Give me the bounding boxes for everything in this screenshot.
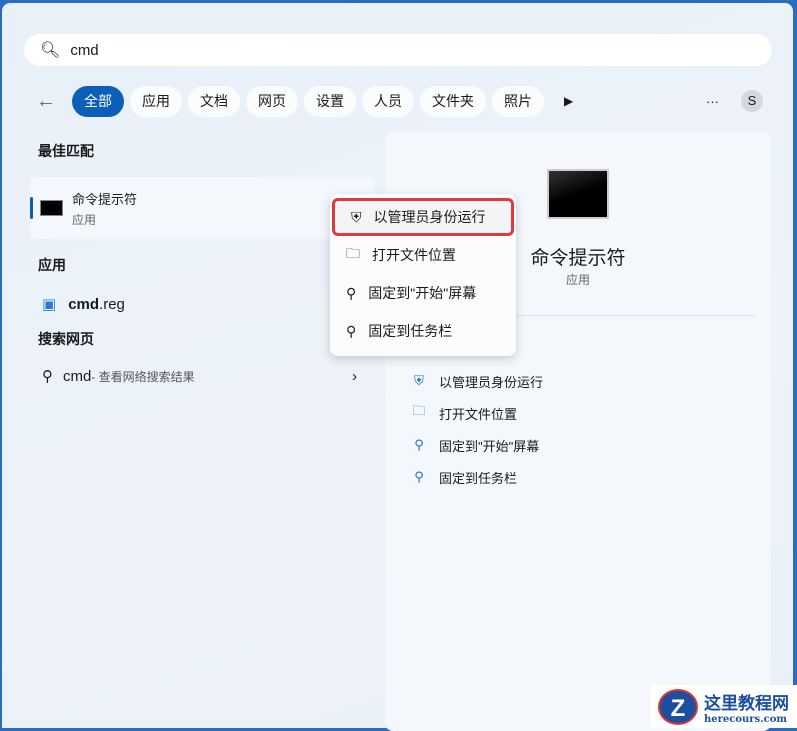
- folder-icon: 🗀: [412, 403, 426, 418]
- menu-label: 打开文件位置: [372, 247, 456, 263]
- apps-heading: 应用: [38, 257, 66, 273]
- filter-folders[interactable]: 文件夹: [420, 85, 486, 117]
- menu-pin-start[interactable]: ⚲ 固定到"开始"屏幕: [330, 274, 516, 312]
- app-item-cmd-reg[interactable]: ▣ cmd .reg: [30, 283, 375, 325]
- filter-bar: ← 全部 应用 文档 网页 设置 人员 文件夹 照片 ▶ ··· S: [36, 85, 763, 117]
- action-pin-start[interactable]: ⚲ 固定到"开始"屏幕: [411, 429, 543, 461]
- pin-icon: ⚲: [414, 469, 424, 484]
- action-run-as-admin[interactable]: ⛨ 以管理员身份运行: [411, 365, 543, 397]
- action-pin-taskbar[interactable]: ⚲ 固定到任务栏: [411, 461, 543, 493]
- chevron-right-icon[interactable]: ›: [352, 368, 357, 385]
- menu-label: 固定到任务栏: [368, 323, 453, 339]
- search-icon: ⚲: [42, 368, 53, 385]
- action-open-location[interactable]: 🗀 打开文件位置: [411, 397, 543, 429]
- filter-settings[interactable]: 设置: [304, 85, 356, 117]
- back-arrow-icon[interactable]: ←: [36, 90, 66, 113]
- menu-label: 固定到"开始"屏幕: [368, 285, 477, 301]
- menu-open-location[interactable]: 🗀 打开文件位置: [330, 236, 516, 274]
- app-name-rest: .reg: [99, 295, 125, 313]
- avatar[interactable]: S: [741, 90, 763, 112]
- shield-icon: ⛨: [351, 208, 362, 225]
- search-icon: 🔍︎: [40, 42, 61, 59]
- menu-run-as-admin[interactable]: ⛨ 以管理员身份运行: [332, 198, 514, 236]
- logo-icon: Z: [658, 688, 698, 725]
- search-box[interactable]: 🔍︎ cmd: [24, 34, 772, 66]
- filter-apps[interactable]: 应用: [130, 85, 182, 117]
- search-input[interactable]: cmd: [70, 42, 98, 59]
- best-match-name: 命令提示符: [72, 191, 138, 207]
- filter-web[interactable]: 网页: [246, 85, 298, 117]
- best-match-heading: 最佳匹配: [38, 143, 94, 159]
- cmd-large-icon: [547, 169, 609, 219]
- filter-people[interactable]: 人员: [362, 85, 414, 117]
- pin-icon: ⚲: [346, 284, 357, 301]
- watermark-url: herecours.com: [704, 713, 788, 725]
- web-query: cmd: [63, 367, 92, 385]
- cmd-icon: [40, 200, 63, 216]
- filter-photos[interactable]: 照片: [492, 85, 544, 117]
- folder-icon: 🗀: [346, 245, 360, 261]
- action-label: 固定到"开始"屏幕: [439, 438, 540, 454]
- action-label: 固定到任务栏: [439, 470, 518, 486]
- start-search-window: 🔍︎ cmd ← 全部 应用 文档 网页 设置 人员 文件夹 照片 ▶ ··· …: [2, 3, 793, 731]
- web-suffix: - 查看网络搜索结果: [91, 369, 195, 384]
- context-menu: ⛨ 以管理员身份运行 🗀 打开文件位置 ⚲ 固定到"开始"屏幕 ⚲ 固定到任务栏: [330, 194, 516, 356]
- app-name-bold: cmd: [68, 295, 100, 313]
- best-match-type: 应用: [72, 212, 97, 227]
- more-options-icon[interactable]: ···: [706, 94, 719, 109]
- menu-pin-taskbar[interactable]: ⚲ 固定到任务栏: [330, 312, 516, 350]
- menu-label: 以管理员身份运行: [373, 209, 486, 225]
- pin-icon: ⚲: [414, 437, 424, 452]
- filter-documents[interactable]: 文档: [188, 85, 240, 117]
- more-filters-play-icon[interactable]: ▶: [564, 94, 573, 108]
- web-heading: 搜索网页: [38, 331, 94, 347]
- shield-icon: ⛨: [414, 373, 424, 388]
- filter-all[interactable]: 全部: [72, 85, 124, 117]
- action-label: 打开文件位置: [439, 406, 518, 422]
- action-label: 以管理员身份运行: [439, 374, 544, 390]
- selection-indicator: [30, 197, 33, 219]
- watermark-name: 这里教程网: [704, 693, 789, 714]
- watermark-logo: Z 这里教程网 herecours.com: [650, 685, 797, 728]
- web-search-item[interactable]: ⚲ cmd - 查看网络搜索结果 ›: [30, 355, 375, 397]
- best-match-item[interactable]: 命令提示符 应用: [30, 177, 375, 239]
- pin-icon: ⚲: [346, 322, 357, 339]
- reg-file-icon: ▣: [42, 296, 57, 313]
